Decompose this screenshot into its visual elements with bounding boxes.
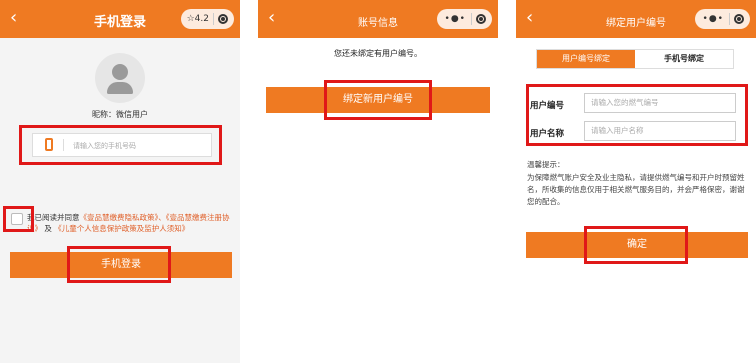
unbound-notice: 您还未绑定有用户编号。 (334, 49, 422, 58)
tab-phone-number[interactable]: 手机号绑定 (635, 50, 733, 68)
bind-method-tabs: 用户编号绑定 手机号绑定 (536, 49, 734, 69)
highlight-box (526, 84, 748, 146)
mini-program-capsule[interactable]: •●• (694, 9, 750, 29)
screen-bind-user: ‹ 绑定用户编号 •●• 用户编号绑定 手机号绑定 用户编号 请输入您的燃气编号… (516, 0, 756, 363)
highlight-box (584, 226, 688, 264)
rating-star-icon: ☆4.2 (186, 14, 209, 24)
capsule-divider (471, 13, 472, 25)
tips-body: 为保障燃气账户安全及业主隐私，请提供燃气编号和开户时预留姓名，所收集的信息仅用于… (527, 173, 745, 206)
close-ring-icon[interactable] (218, 14, 228, 24)
agreement-and: 及 (44, 224, 52, 233)
highlight-box (67, 246, 171, 283)
rating-value: 4.2 (194, 14, 209, 24)
close-ring-icon[interactable] (734, 14, 744, 24)
mini-program-capsule[interactable]: ☆4.2 (180, 9, 234, 29)
top-bar: ‹ 手机登录 ☆4.2 (0, 0, 240, 38)
agreement-text: 我已阅读并同意《壹品慧缴费隐私政策》、《壹品慧缴费注册协议》 及 《儿童个人信息… (27, 212, 237, 234)
top-bar: ‹ 账号信息 •●• (258, 0, 498, 38)
tips-title: 温馨提示： (527, 160, 565, 169)
highlight-box (3, 206, 34, 232)
highlight-box (19, 125, 222, 165)
close-ring-icon[interactable] (476, 14, 486, 24)
user-head-icon (112, 64, 128, 80)
top-bar: ‹ 绑定用户编号 •●• (516, 0, 756, 38)
capsule-divider (729, 13, 730, 25)
capsule-divider (213, 13, 214, 25)
agreement-prefix: 我已阅读并同意 (27, 213, 80, 222)
more-dots-icon[interactable]: •●• (437, 14, 471, 24)
avatar (95, 53, 145, 103)
highlight-box (324, 80, 432, 120)
mini-program-capsule[interactable]: •●• (436, 9, 492, 29)
screen-account-info: ‹ 账号信息 •●• 您还未绑定有用户编号。 绑定新用户编号 (258, 0, 498, 363)
more-dots-icon[interactable]: •●• (695, 14, 729, 24)
child-policy-link[interactable]: 《儿童个人信息保护政策及监护人须知》 (54, 224, 189, 233)
screen-phone-login: ‹ 手机登录 ☆4.2 昵称：微信用户 请输入您的手机号码 我已阅读并同意《壹品… (0, 0, 240, 363)
nickname: 昵称：微信用户 (92, 110, 148, 119)
user-body-icon (107, 82, 133, 94)
tab-user-number[interactable]: 用户编号绑定 (537, 50, 635, 68)
